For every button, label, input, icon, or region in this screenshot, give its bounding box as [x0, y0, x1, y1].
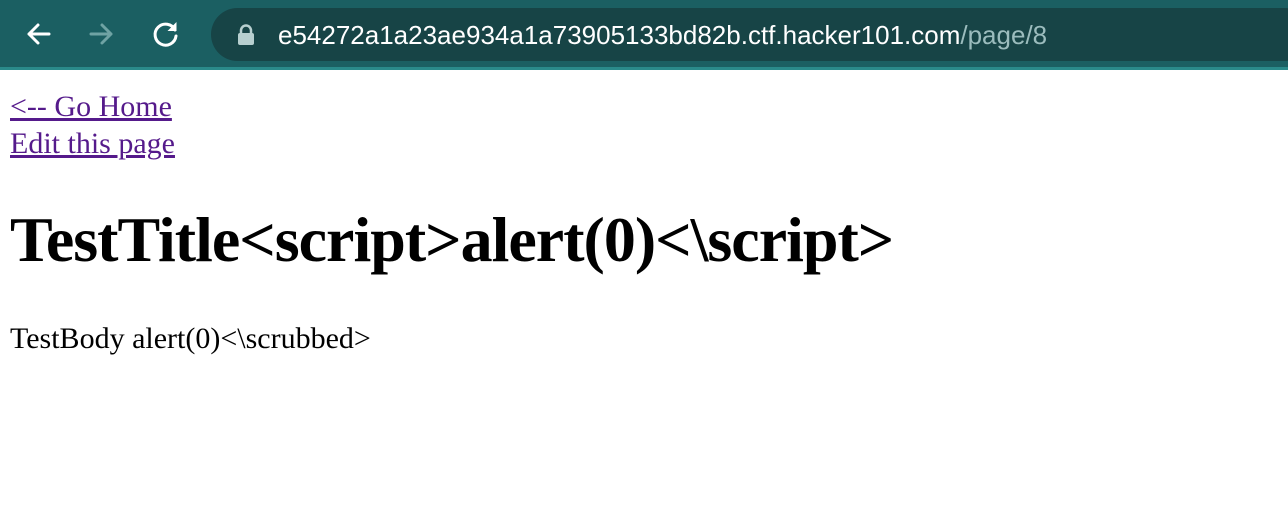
reload-icon	[153, 22, 178, 47]
arrow-left-icon	[27, 23, 51, 45]
address-bar[interactable]: e54272a1a23ae934a1a73905133bd82b.ctf.hac…	[211, 8, 1288, 61]
url-host: e54272a1a23ae934a1a73905133bd82b.ctf.hac…	[278, 20, 961, 50]
back-button[interactable]	[21, 17, 55, 51]
page-content: <-- Go Home Edit this page TestTitle<scr…	[10, 88, 894, 355]
lock-icon	[238, 24, 254, 45]
url-path: /page/8	[960, 20, 1048, 50]
url-text[interactable]: e54272a1a23ae934a1a73905133bd82b.ctf.hac…	[278, 20, 1047, 50]
forward-button[interactable]	[85, 17, 119, 51]
arrow-right-icon	[89, 23, 113, 45]
browser-toolbar: e54272a1a23ae934a1a73905133bd82b.ctf.hac…	[0, 0, 1288, 70]
go-home-link[interactable]: <-- Go Home	[10, 88, 175, 125]
reload-button[interactable]	[149, 17, 183, 51]
page-body: TestBody alert(0)<\scrubbed>	[10, 322, 371, 355]
page-title: TestTitle<script>alert(0)<\script>	[10, 204, 894, 275]
edit-page-link[interactable]: Edit this page	[10, 125, 175, 162]
